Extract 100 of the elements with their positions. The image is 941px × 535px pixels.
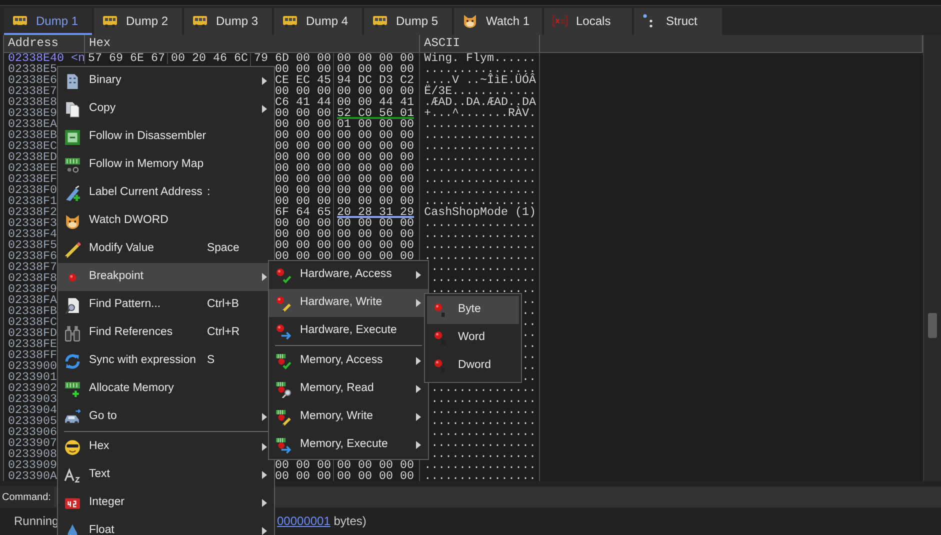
menu-item[interactable]: Word: [427, 324, 519, 352]
address-text: 02338E6: [8, 73, 57, 87]
hex-bytes: 00 00 00 00: [337, 194, 414, 208]
address-text: 02338F7: [8, 260, 57, 274]
binoculars-icon: [64, 324, 81, 342]
ascii-text: Ë/3E............: [424, 84, 536, 98]
tag-plus-icon: [64, 184, 81, 202]
address-text: 02338F1: [8, 194, 57, 208]
ascii-text: ...............: [431, 414, 536, 428]
copy-icon: [64, 100, 81, 118]
hex-bytes: 00 00 00: [275, 128, 331, 142]
menu-label: Dword: [458, 358, 491, 374]
menu-item[interactable]: Memory, Read: [269, 375, 428, 403]
hex-bytes: 20 28 31 29: [337, 205, 414, 219]
menu-item[interactable]: Integer: [58, 489, 274, 517]
address-text: 02338FE: [8, 337, 57, 351]
scrollbar[interactable]: [923, 35, 941, 481]
hex-bytes: 00 00 00 00: [337, 238, 414, 252]
memory-plus-icon: [64, 380, 81, 398]
column-header[interactable]: Hex: [85, 35, 420, 52]
hex-bytes: 00 00 00 00: [337, 161, 414, 175]
address-text: 02338EC: [8, 139, 57, 153]
menu-item[interactable]: Byte: [427, 296, 519, 324]
tab[interactable]: Dump 2: [94, 8, 182, 35]
menu-item[interactable]: Binary: [58, 67, 274, 95]
ascii-text: Wing. Flym......: [424, 51, 536, 65]
address-text: 02338EA: [8, 117, 57, 131]
address-text: 02338EF: [8, 172, 57, 186]
menu-item[interactable]: Memory, Write: [269, 403, 428, 431]
ascii-text: ................: [424, 469, 536, 481]
tab[interactable]: Dump 5: [364, 8, 452, 35]
hex-bytes: C6 41 44: [275, 95, 331, 109]
tab[interactable]: Dump 4: [274, 8, 362, 35]
hex-bytes: 00 00 00: [275, 469, 331, 481]
menu-label: Hardware, Write: [300, 295, 382, 310]
menu-label: Memory, Read: [300, 381, 374, 396]
menu-label: Label Current Address: [89, 185, 202, 200]
address-text: 02338FF: [8, 348, 57, 362]
menu-item[interactable]: Dword: [427, 352, 519, 380]
menu-item[interactable]: Follow in Memory Map: [58, 151, 274, 179]
ascii-text: ................: [424, 117, 536, 131]
scrollbar-thumb[interactable]: [928, 313, 937, 338]
menu-label: Modify Value: [89, 241, 154, 256]
address-text: 0233906: [8, 425, 57, 439]
ascii-text: ..: [522, 293, 536, 307]
tab[interactable]: Dump 3: [184, 8, 272, 35]
address-text: 02338F0: [8, 183, 57, 197]
cat-icon: [462, 12, 478, 28]
menu-label: Follow in Disassembler: [89, 129, 206, 144]
ascii-text: CashShopMode (1): [424, 205, 536, 219]
variable-icon: [552, 12, 568, 28]
hex-bytes: 52 C0 56 01: [337, 106, 414, 120]
menu-label: Hardware, Access: [300, 267, 392, 282]
address-text: 02338E8: [8, 95, 57, 109]
hex-bytes: 00 00 00: [275, 139, 331, 153]
column-header[interactable]: Address: [4, 35, 85, 52]
menu-item[interactable]: Hardware, Write: [269, 289, 428, 317]
menu-item[interactable]: Copy: [58, 95, 274, 123]
menu-item[interactable]: Hardware, Execute: [269, 317, 428, 345]
tab[interactable]: Locals: [544, 8, 632, 35]
hex-bytes: 00 00 00 00: [337, 227, 414, 241]
chip-icon: [64, 128, 81, 146]
address-text: 0233903: [8, 392, 57, 406]
hex-bytes: 00 00 00: [275, 183, 331, 197]
menu-label: Hardware, Execute: [300, 323, 397, 338]
ascii-text: ..: [522, 348, 536, 362]
hex-bytes: 00 00 00 00: [337, 469, 414, 481]
hex-bytes: 00 00 00: [275, 106, 331, 120]
ascii-text: +...^.......RÀV.: [424, 106, 536, 120]
tab[interactable]: Dump 1: [4, 8, 92, 35]
ascii-text: ................: [424, 139, 536, 153]
shortcut-text: Ctrl+R: [207, 325, 240, 340]
menu-item[interactable]: Modify Value Space: [58, 235, 274, 263]
menu-item[interactable]: Memory, Execute: [269, 431, 428, 459]
menu-item[interactable]: Float: [58, 517, 274, 535]
address-text: 02338FA: [8, 293, 57, 307]
column-header[interactable]: ASCII: [420, 35, 540, 52]
menu-label: Find References: [89, 325, 173, 340]
shortcut-text: S: [207, 353, 215, 368]
hex-bytes: 00 00 00: [275, 458, 331, 472]
memory-pencil-icon: [275, 408, 292, 426]
hex-bytes: 00 00 00: [275, 172, 331, 186]
menu-item[interactable]: Follow in Disassembler: [58, 123, 274, 151]
hex-bytes: 00 00 44 41: [337, 95, 414, 109]
ascii-text: ...............: [431, 260, 536, 274]
address-text: 02338EE: [8, 161, 57, 175]
menu-item[interactable]: Label Current Address :: [58, 179, 274, 207]
tab[interactable]: Watch 1: [454, 8, 542, 35]
menu-label: Watch DWORD: [89, 213, 168, 228]
ascii-text: ................: [424, 150, 536, 164]
ascii-text: ................: [424, 238, 536, 252]
car-icon: [64, 408, 81, 426]
tab[interactable]: Struct: [634, 8, 722, 35]
hex-bytes: 00 00 00: [275, 216, 331, 230]
shortcut-text: Ctrl+B: [207, 297, 239, 312]
address-text: 02338FD: [8, 326, 57, 340]
menu-item[interactable]: Watch DWORD: [58, 207, 274, 235]
address-link[interactable]: 00000001: [277, 514, 330, 528]
ascii-text: ................: [424, 183, 536, 197]
menu-item[interactable]: Text: [58, 461, 274, 489]
